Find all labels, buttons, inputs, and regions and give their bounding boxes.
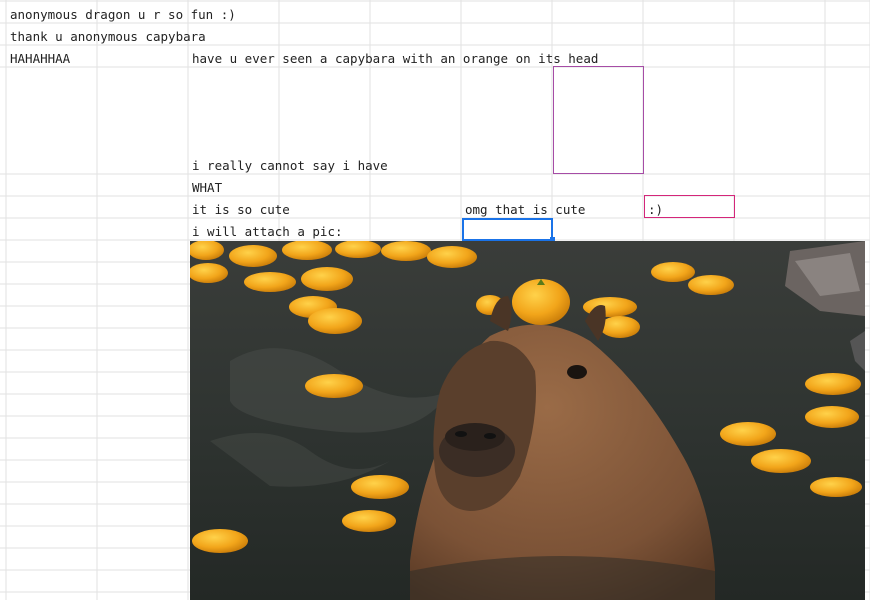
cell-c4[interactable]: i really cannot say i have — [192, 154, 388, 175]
capybara-with-orange-photo[interactable] — [190, 241, 865, 600]
cell-c3[interactable]: have u ever seen a capybara with an oran… — [192, 47, 598, 68]
selected-cell[interactable] — [462, 218, 553, 241]
cell-f6[interactable]: omg that is cute — [465, 198, 585, 219]
cell-a3[interactable]: HAHAHHAA — [10, 47, 70, 68]
comment-box-pink[interactable] — [644, 195, 735, 218]
comment-box-purple[interactable] — [553, 66, 644, 174]
cell-c6[interactable]: it is so cute — [192, 198, 290, 219]
cell-c5[interactable]: WHAT — [192, 176, 222, 197]
cell-c7[interactable]: i will attach a pic: — [192, 220, 343, 241]
cell-a2[interactable]: thank u anonymous capybara — [10, 25, 206, 46]
capybara-image-icon — [190, 241, 865, 600]
cell-a1[interactable]: anonymous dragon u r so fun :) — [10, 3, 236, 24]
